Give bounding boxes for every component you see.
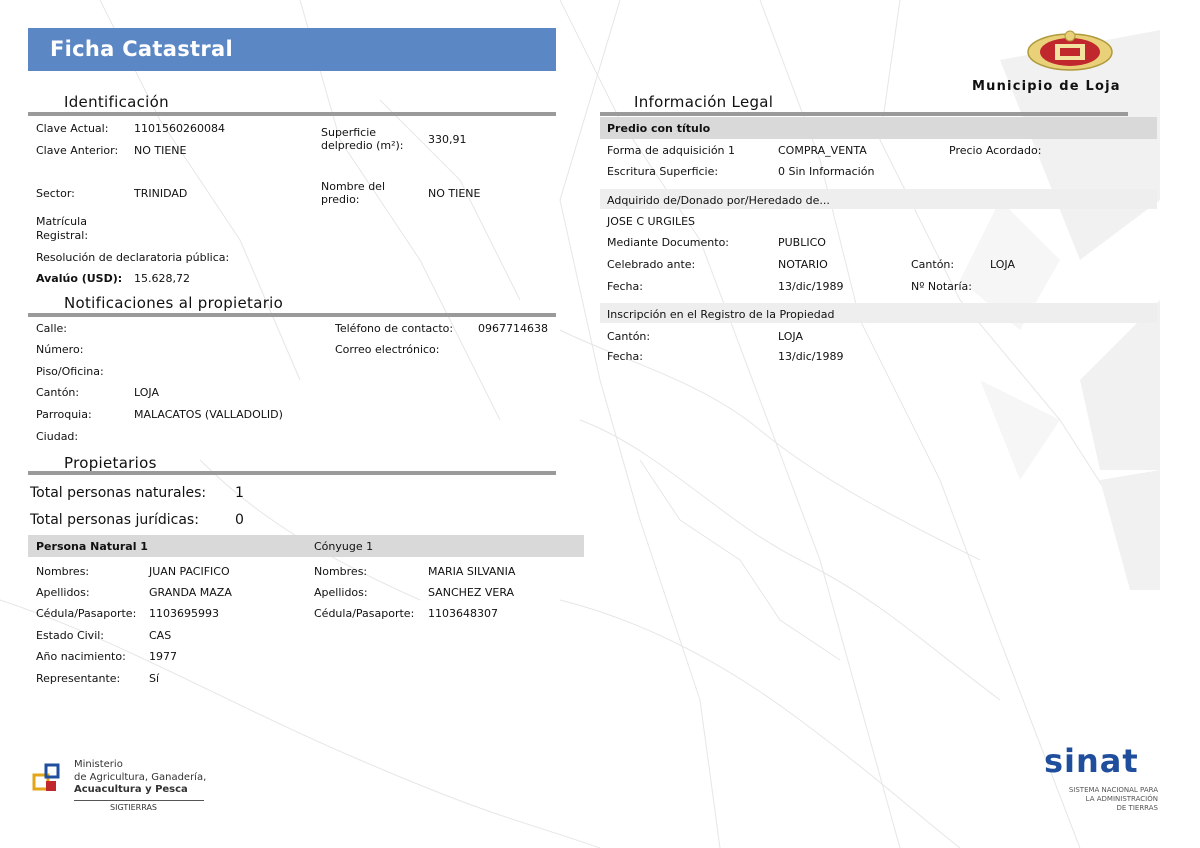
inscripcion-header: Inscripción en el Registro de la Propied… [607,308,835,321]
label-avaluo: Avalúo (USD): [36,272,123,285]
ministerio-divider [74,800,204,801]
label-calle: Calle: [36,322,68,335]
label-notaria: Nº Notaría: [911,280,972,293]
label-canton: Cantón: [36,386,80,399]
label-documento: Mediante Documento: [607,236,730,249]
label-persona-nombres: Nombres: [36,565,90,578]
value-personas-naturales: 1 [235,485,244,501]
ministerio-logo: Ministerio de Agricultura, Ganadería, Ac… [30,755,210,815]
label-numero: Número: [36,343,84,356]
label-persona-anio: Año nacimiento: [36,650,126,663]
value-ins-fecha: 13/dic/1989 [778,350,844,363]
value-documento: PUBLICO [778,236,826,249]
value-ins-canton: LOJA [778,330,803,343]
label-nombre-predio-1: Nombre del [321,180,386,193]
label-matricula-2: Registral: [36,229,89,242]
label-forma: Forma de adquisición 1 [607,144,736,157]
persona-natural-header: Persona Natural 1 [36,540,148,553]
label-telefono: Teléfono de contacto: [335,322,454,335]
value-sector: TRINIDAD [134,187,188,200]
value-conyuge-cedula: 1103648307 [428,607,498,620]
sinat-logo: sinat SISTEMA NACIONAL PARA LA ADMINISTR… [1040,742,1166,816]
sinat-line-1: SISTEMA NACIONAL PARA [1068,786,1158,794]
municipio-name: Municipio de Loja [972,79,1121,94]
value-telefono: 0967714638 [478,322,548,335]
label-sector: Sector: [36,187,75,200]
sinat-line-3: DE TIERRAS [1116,804,1158,812]
value-conyuge-apellidos: SANCHEZ VERA [428,586,515,599]
value-canton: LOJA [134,386,159,399]
ministerio-line-1: Ministerio [74,759,123,770]
label-personas-juridicas: Total personas jurídicas: [30,512,199,528]
value-persona-cedula: 1103695993 [149,607,219,620]
sinat-line-2: LA ADMINISTRACIÓN [1085,795,1158,803]
value-persona-representante: Sí [149,672,160,685]
label-escritura: Escritura Superficie: [607,165,719,178]
label-superficie-1: Superficie [321,126,377,139]
section-rule [28,112,556,116]
value-persona-apellidos: GRANDA MAZA [149,586,232,599]
value-conyuge-nombres: MARIA SILVANIA [428,565,516,578]
value-parroquia: MALACATOS (VALLADOLID) [134,408,283,421]
label-correo: Correo electrónico: [335,343,440,356]
label-superficie-2: delpredio (m²): [321,139,404,152]
adquirido-header: Adquirido de/Donado por/Heredado de... [607,194,830,207]
label-legal-canton: Cantón: [911,258,955,271]
value-personas-juridicas: 0 [235,512,244,528]
sigtierras-label: SIGTIERRAS [110,803,157,812]
value-celebrado: NOTARIO [778,258,828,271]
sinat-wordmark: sinat [1044,742,1139,780]
label-ciudad: Ciudad: [36,430,79,443]
value-escritura: 0 Sin Información [778,165,875,178]
label-personas-naturales: Total personas naturales: [30,485,207,501]
ministerio-line-3: Acuacultura y Pesca [74,784,188,795]
value-legal-fecha: 13/dic/1989 [778,280,844,293]
municipio-logo [1000,28,1140,76]
label-celebrado: Celebrado ante: [607,258,696,271]
value-nombre-predio: NO TIENE [428,187,481,200]
label-persona-representante: Representante: [36,672,121,685]
label-nombre-predio-2: predio: [321,193,360,206]
label-persona-estado: Estado Civil: [36,629,105,642]
section-title-notificaciones: Notificaciones al propietario [64,294,284,312]
label-conyuge-apellidos: Apellidos: [314,586,368,599]
section-rule [28,313,556,317]
section-rule [28,471,556,475]
label-piso: Piso/Oficina: [36,365,104,378]
label-persona-cedula: Cédula/Pasaporte: [36,607,137,620]
ministerio-emblem-icon [32,763,60,791]
label-conyuge-nombres: Nombres: [314,565,368,578]
value-clave-anterior: NO TIENE [134,144,187,157]
value-legal-canton: LOJA [990,258,1015,271]
value-clave-actual: 1101560260084 [134,122,225,135]
value-adquirido: JOSE C URGILES [607,215,696,228]
label-resolucion: Resolución de declaratoria pública: [36,251,230,264]
label-clave-actual: Clave Actual: [36,122,109,135]
label-precio: Precio Acordado: [949,144,1042,157]
conyuge-header: Cónyuge 1 [314,540,374,553]
predio-header: Predio con título [607,122,711,135]
label-clave-anterior: Clave Anterior: [36,144,119,157]
label-parroquia: Parroquia: [36,408,92,421]
label-conyuge-cedula: Cédula/Pasaporte: [314,607,415,620]
section-rule [600,112,1128,116]
label-ins-fecha: Fecha: [607,350,643,363]
label-persona-apellidos: Apellidos: [36,586,90,599]
value-persona-estado: CAS [149,629,172,642]
label-ins-canton: Cantón: [607,330,651,343]
label-matricula-1: Matrícula [36,215,87,228]
section-title-legal: Información Legal [634,93,774,111]
label-legal-fecha: Fecha: [607,280,643,293]
municipio-seal-icon [1027,30,1113,71]
value-forma: COMPRA_VENTA [778,144,867,157]
page-title: Ficha Catastral [28,28,556,71]
value-superficie: 330,91 [428,133,467,146]
value-avaluo: 15.628,72 [134,272,190,285]
value-persona-anio: 1977 [149,650,177,663]
section-title-identificacion: Identificación [64,93,169,111]
ministerio-line-2: de Agricultura, Ganadería, [74,772,207,783]
value-persona-nombres: JUAN PACIFICO [149,565,230,578]
section-title-propietarios: Propietarios [64,454,157,472]
